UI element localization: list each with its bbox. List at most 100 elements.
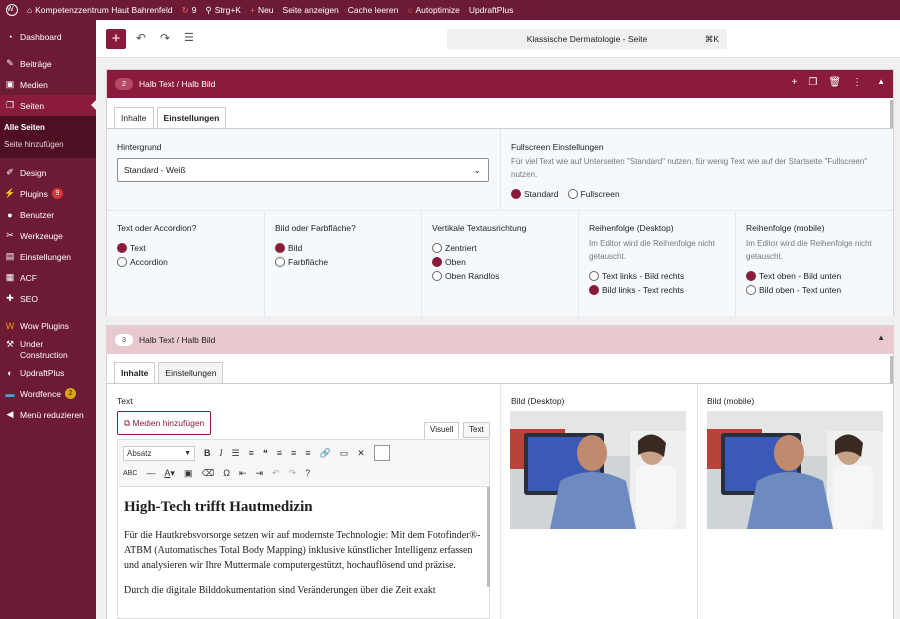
site-name-link[interactable]: ⌂ Kompetenzzentrum Haut Bahrenfeld: [27, 5, 173, 15]
wordpress-logo-icon[interactable]: W: [6, 4, 18, 16]
trash-icon[interactable]: 🗑: [828, 77, 841, 88]
collapse-arrow-icon[interactable]: ▲: [877, 333, 885, 342]
menu-plugins[interactable]: ⚡ Plugins 9: [0, 183, 96, 204]
collapse-icon: ◀: [6, 409, 14, 419]
help-icon[interactable]: ?: [305, 468, 310, 478]
menu-updraftplus[interactable]: ◐ UpdraftPlus: [0, 362, 96, 383]
block-inserter-button[interactable]: +: [106, 29, 126, 49]
menu-media[interactable]: ▣ Medien: [0, 74, 96, 95]
undo-icon[interactable]: ↶: [272, 468, 280, 479]
tab-settings[interactable]: Einstellungen: [156, 107, 227, 129]
menu-posts[interactable]: ✎ Beiträge: [0, 53, 96, 74]
menu-under-construction[interactable]: ⚒ Under Construction: [0, 336, 96, 362]
background-select[interactable]: Standard - Weiß ⌄: [117, 158, 489, 182]
menu-users[interactable]: ● Benutzer: [0, 204, 96, 225]
view-page-link[interactable]: Seite anzeigen: [283, 5, 339, 15]
align-right-icon[interactable]: ≡: [305, 448, 310, 458]
strikethrough-icon[interactable]: ABC: [123, 470, 137, 477]
align-left-icon[interactable]: ≡: [277, 448, 282, 458]
menu-collapse[interactable]: ◀ Menü reduzieren: [0, 404, 96, 425]
radio-image-left[interactable]: Bild links - Text rechts: [589, 283, 684, 297]
redo-icon[interactable]: ↷: [160, 31, 170, 45]
scrollbar[interactable]: [890, 356, 893, 384]
radio-image[interactable]: Bild: [275, 241, 328, 255]
quote-icon[interactable]: ❝: [263, 448, 268, 459]
add-icon[interactable]: +: [792, 77, 798, 88]
updraftplus-link[interactable]: UpdraftPlus: [469, 5, 513, 15]
wow-icon: W: [5, 320, 15, 331]
command-palette-button[interactable]: Klassische Dermatologie - Seite ⌘K: [447, 29, 727, 49]
submenu-add-page[interactable]: Seite hinzufügen: [0, 136, 96, 153]
menu-seo[interactable]: ✚ SEO: [0, 288, 96, 309]
refresh-icon: ↻: [181, 4, 189, 15]
radio-image-top[interactable]: Bild oben - Text unten: [746, 283, 841, 297]
text-or-accordion-label: Text oder Accordion?: [117, 223, 197, 233]
collapse-arrow-icon[interactable]: ▲: [877, 77, 885, 88]
menu-acf[interactable]: ▦ ACF: [0, 267, 96, 288]
menu-design[interactable]: ✐ Design: [0, 162, 96, 183]
radio-color[interactable]: Farbfläche: [275, 255, 328, 269]
format-select[interactable]: Absatz ▼: [123, 445, 195, 461]
duplicate-icon[interactable]: ❐: [808, 77, 817, 88]
tab-content[interactable]: Inhalte: [114, 362, 156, 384]
paste-text-icon[interactable]: ▣: [184, 468, 193, 479]
editor-toolbar: + ↶ ↷ ☰ Klassische Dermatologie - Seite ⌘…: [96, 20, 900, 58]
document-overview-icon[interactable]: ☰: [184, 31, 194, 44]
submenu-all-pages[interactable]: Alle Seiten: [0, 119, 96, 136]
bullet-list-icon[interactable]: ☰: [232, 448, 240, 459]
undo-icon[interactable]: ↶: [136, 31, 146, 45]
image-mobile-preview[interactable]: [707, 411, 883, 529]
text-tab[interactable]: Text: [463, 422, 490, 438]
menu-wow-plugins[interactable]: W Wow Plugins: [0, 315, 96, 336]
clear-cache-link[interactable]: Cache leeren: [348, 5, 399, 15]
radio-centered[interactable]: Zentriert: [432, 241, 499, 255]
updates-link[interactable]: ↻ 9: [182, 5, 197, 16]
rich-text-editor[interactable]: High-Tech trifft Hautmedizin Für die Hau…: [117, 487, 490, 619]
more-icon[interactable]: ⋮: [852, 77, 862, 88]
menu-wordfence[interactable]: ▬ Wordfence 2: [0, 383, 96, 404]
numbered-list-icon[interactable]: ≡: [249, 448, 254, 458]
circle-icon: ○: [407, 5, 413, 15]
radio-fullscreen[interactable]: Fullscreen: [567, 187, 620, 201]
add-media-button[interactable]: ⧉ Medien hinzufügen: [117, 411, 212, 435]
horizontal-line-icon[interactable]: —: [146, 468, 155, 478]
tab-settings[interactable]: Einstellungen: [158, 362, 224, 384]
radio-top-borderless[interactable]: Oben Randlos: [432, 269, 499, 283]
menu-tools[interactable]: ✂ Werkzeuge: [0, 225, 96, 246]
radio-text[interactable]: Text: [117, 241, 168, 255]
menu-pages[interactable]: ❐ Seiten: [0, 95, 96, 116]
bold-icon[interactable]: B: [204, 448, 211, 458]
new-content-link[interactable]: + Neu: [250, 5, 274, 15]
align-center-icon[interactable]: ≡: [291, 448, 296, 458]
visual-tab[interactable]: Visuell: [424, 422, 460, 439]
block-header[interactable]: 2 Halb Text / Halb Bild: [107, 70, 893, 98]
acf-icon: ▦: [5, 272, 15, 282]
radio-text-top[interactable]: Text oben - Bild unten: [746, 269, 841, 283]
outdent-icon[interactable]: ⇤: [239, 468, 247, 479]
plus-icon: +: [249, 5, 255, 15]
link-icon[interactable]: 🔗: [319, 448, 330, 459]
toolbar-toggle-icon[interactable]: [373, 445, 390, 461]
indent-icon[interactable]: ⇥: [255, 468, 263, 479]
redo-icon[interactable]: ↷: [289, 468, 297, 479]
command-shortcut-link[interactable]: ⚲ Strg+K: [206, 5, 241, 16]
text-color-icon[interactable]: A▾: [164, 468, 175, 479]
background-label: Hintergrund: [117, 142, 162, 152]
italic-icon[interactable]: I: [220, 448, 223, 458]
menu-settings[interactable]: ▤ Einstellungen: [0, 246, 96, 267]
tab-content[interactable]: Inhalte: [114, 107, 154, 129]
autoptimize-link[interactable]: ○ Autoptimize: [407, 5, 460, 15]
more-tag-icon[interactable]: ▭: [340, 448, 349, 459]
scrollbar[interactable]: [890, 100, 893, 128]
scrollbar[interactable]: [487, 487, 490, 587]
menu-dashboard[interactable]: ◔ Dashboard: [0, 26, 96, 47]
special-char-icon[interactable]: Ω: [223, 468, 230, 478]
image-desktop-preview[interactable]: [510, 411, 686, 529]
radio-standard[interactable]: Standard: [511, 187, 559, 201]
clear-formatting-icon[interactable]: ⌫: [201, 468, 214, 479]
radio-text-left[interactable]: Text links - Bild rechts: [589, 269, 684, 283]
fullscreen-icon[interactable]: ✕: [357, 448, 365, 459]
radio-accordion[interactable]: Accordion: [117, 255, 168, 269]
block-header[interactable]: 3 Halb Text / Halb Bild: [107, 326, 893, 354]
radio-top[interactable]: Oben: [432, 255, 499, 269]
